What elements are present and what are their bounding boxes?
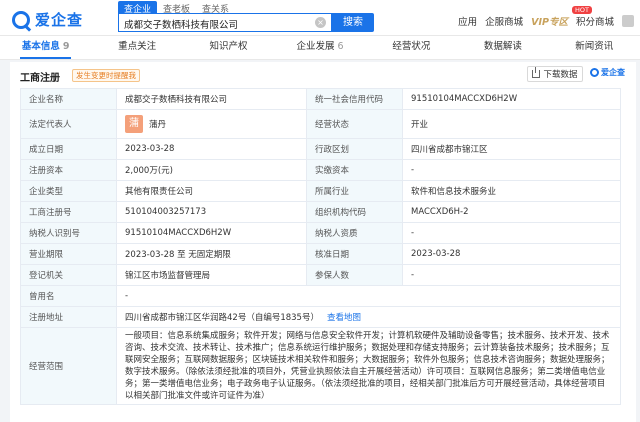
logo-icon [12,10,30,29]
business-scope: 一般项目：信息系统集成服务；软件开发；网络与信息安全软件开发；计算机软硬件及辅助… [116,327,621,405]
hot-badge: HOT [572,6,592,14]
former-name: - [116,285,621,307]
download-button[interactable]: 下载数据 [527,66,583,82]
table-row: 登记机关 锦江区市场监督管理局 参保人数 - [20,264,621,286]
table-row: 企业类型 其他有限责任公司 所属行业 软件和信息技术服务业 [20,180,621,202]
company-type: 其他有限责任公司 [116,180,307,202]
legal-rep-link[interactable]: 蒲丹 [149,118,166,130]
tab-development[interactable]: 企业发展 6 [274,36,365,59]
table-row: 注册地址 四川省成都市锦江区华润路42号（自编号1835号） 查看地图 [20,306,621,328]
taxpayer-number: 91510104MACCXD6H2W [116,222,307,244]
registration-number: 510104003257173 [116,201,307,223]
registration-panel: 工商注册 发生变更时提醒我 下载数据 爱企查 企业名称 成都交子数栖科技有限公司… [10,62,636,422]
tab-data-insight[interactable]: 数据解读 [457,36,548,59]
tab-news[interactable]: 新闻资讯 [549,36,640,59]
logo-text: 爱企查 [35,11,84,29]
tab-basic-info[interactable]: 基本信息 9 [0,36,91,59]
top-right-menu: 应用 企服商城 VIP专区 积分商城 [450,14,634,28]
table-row: 成立日期 2023-03-28 行政区划 四川省成都市锦江区 [20,138,621,160]
company-name: 成都交子数栖科技有限公司 [116,88,307,110]
download-icon [532,67,541,78]
org-code: MACCXD6H-2 [402,201,621,223]
vip-link[interactable]: VIP专区 [531,14,568,28]
credit-code: 91510104MACCXD6H2W [402,88,621,110]
search-input[interactable]: 成都交子数栖科技有限公司 × [118,13,332,32]
registration-table: 企业名称 成都交子数栖科技有限公司 统一社会信用代码 91510104MACCX… [20,88,621,405]
legal-rep-avatar: 蒲 [125,115,143,133]
insured-count: - [402,264,621,286]
brand-mark: 爱企查 [590,67,625,78]
business-term: 2023-03-28 至 无固定期限 [116,243,307,265]
search-query: 成都交子数栖科技有限公司 [124,20,239,31]
table-row: 曾用名 - [20,285,621,307]
registration-authority: 锦江区市场监督管理局 [116,264,307,286]
service-mall-link[interactable]: 企服商城 [485,14,523,28]
search-button[interactable]: 搜索 [332,13,374,32]
logo[interactable]: 爱企查 [12,9,83,30]
registered-address: 四川省成都市锦江区华润路42号（自编号1835号） [125,313,319,323]
table-row: 纳税人识别号 91510104MACCXD6H2W 纳税人资质 - [20,222,621,244]
registered-capital: 2,000万(元) [116,159,307,181]
founded-date: 2023-03-28 [116,138,307,160]
clear-icon[interactable]: × [315,17,326,28]
table-row: 经营范围 一般项目：信息系统集成服务；软件开发；网络与信息安全软件开发；计算机软… [20,327,621,405]
table-row: 营业期限 2023-03-28 至 无固定期限 核准日期 2023-03-28 [20,243,621,265]
apps-menu[interactable]: 应用 [458,14,477,28]
table-row: 注册资本 2,000万(元) 实缴资本 - [20,159,621,181]
industry: 软件和信息技术服务业 [402,180,621,202]
panel-header: 工商注册 发生变更时提醒我 下载数据 爱企查 [10,62,636,86]
district: 四川省成都市锦江区 [402,138,621,160]
paid-capital: - [402,159,621,181]
change-alert-button[interactable]: 发生变更时提醒我 [72,69,140,82]
status: 开业 [402,109,621,139]
tab-operations[interactable]: 经营状况 [366,36,457,59]
section-nav: 基本信息 9 重点关注 知识产权 企业发展 6 经营状况 数据解读 新闻资讯 [0,36,640,60]
panel-title: 工商注册 [20,73,60,84]
tab-ip[interactable]: 知识产权 [183,36,274,59]
table-row: 工商注册号 510104003257173 组织机构代码 MACCXD6H-2 [20,201,621,223]
approval-date: 2023-03-28 [402,243,621,265]
taxpayer-qualification: - [402,222,621,244]
view-map-link[interactable]: 查看地图 [327,313,361,323]
brand-icon [590,68,599,77]
avatar[interactable] [622,15,634,27]
table-row: 企业名称 成都交子数栖科技有限公司 统一社会信用代码 91510104MACCX… [20,88,621,110]
table-row: 法定代表人 蒲 蒲丹 经营状态 开业 [20,109,621,139]
points-mall-link[interactable]: 积分商城 [576,14,614,28]
top-bar: 爱企查 查企业 查老板 查关系 成都交子数栖科技有限公司 × 搜索 HOT 应用… [0,0,640,36]
tab-key-focus[interactable]: 重点关注 [91,36,182,59]
